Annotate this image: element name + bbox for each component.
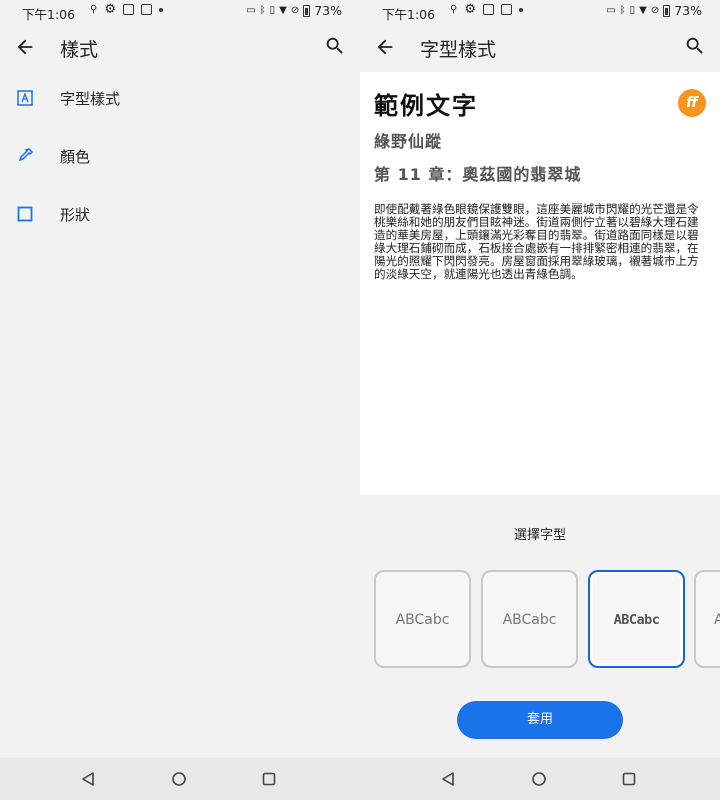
nav-home-icon[interactable] [530,770,548,788]
nav-recents-icon[interactable] [260,770,278,788]
font-option-sample: ABCabc [502,612,557,628]
pin-icon: ⚲ [90,3,98,15]
bluetooth-icon: ᛒ [259,4,266,16]
left-screen: 下午1:06 ⚲ ⚙ ▭ ᛒ ▯ ▼ ⊘ 73% 樣式 字型樣式 顏色 形狀 [0,0,360,758]
menu-item-label: 字型樣式 [60,90,121,108]
preview-body-text: 即使配戴著綠色眼鏡保護雙眼，這座美麗城市閃耀的光芒還是令桃樂絲和她的朋友們目眩神… [374,202,699,281]
nfc-icon: ▭ [606,4,616,16]
nav-back-icon[interactable] [80,770,98,788]
page-title: 樣式 [60,39,99,61]
battery-percent: 73% [674,3,702,18]
font-option-sample: ABCabc [613,612,660,628]
preview-chapter: 第 11 章：奧茲國的翡翠城 [374,165,582,184]
more-dot-icon [158,7,163,12]
notification-icons: ⚲ ⚙ [450,3,523,16]
status-time: 下午1:06 [22,7,76,22]
system-icons: ▭ ᛒ ▯ ▼ ⊘ 73% [246,3,342,18]
search-icon[interactable] [684,35,706,57]
right-screen: 下午1:06 ⚲ ⚙ ▭ ᛒ ▯ ▼ ⊘ 73% 字型樣式 範例文字 ff 綠野… [360,0,720,758]
app-bar: 樣式 [0,24,360,70]
no-sim-icon: ⊘ [290,4,300,16]
system-icons: ▭ ᛒ ▯ ▼ ⊘ 73% [606,3,702,18]
apply-button[interactable]: 套用 [457,701,623,739]
image-icon [500,4,512,15]
vibrate-icon: ▯ [269,4,276,16]
font-option-sample: ABCabc [395,612,450,628]
menu-item-font-style[interactable]: 字型樣式 [0,70,360,128]
font-option-3-selected[interactable]: ABCabc [588,570,685,668]
battery-icon [303,4,311,17]
more-dot-icon [518,7,523,12]
nav-home-icon[interactable] [170,770,188,788]
font-option-1[interactable]: ABCabc [374,570,471,668]
wifi-icon: ▼ [639,4,647,16]
color-dropper-icon [18,148,34,162]
nav-back-icon[interactable] [440,770,458,788]
settings-notification-icon: ⚙ [464,2,476,17]
nav-recents-icon[interactable] [620,770,638,788]
app-bar: 字型樣式 [360,24,720,70]
notification-icons: ⚲ ⚙ [90,3,163,16]
page-title: 字型樣式 [420,39,497,61]
status-bar: 下午1:06 ⚲ ⚙ ▭ ᛒ ▯ ▼ ⊘ 73% [0,0,360,24]
menu-item-color[interactable]: 顏色 [0,128,360,186]
preview-subheading: 綠野仙蹤 [374,132,443,151]
bluetooth-icon: ᛒ [619,4,626,16]
wifi-icon: ▼ [279,4,287,16]
image-icon [140,4,152,15]
font-option-sample: A [714,612,720,628]
mail-icon [122,4,134,15]
settings-notification-icon: ⚙ [104,2,116,17]
no-sim-icon: ⊘ [650,4,660,16]
back-arrow-icon[interactable] [374,36,396,58]
vibrate-icon: ▯ [629,4,636,16]
font-option-4[interactable]: A [694,570,720,668]
status-bar: 下午1:06 ⚲ ⚙ ▭ ᛒ ▯ ▼ ⊘ 73% [360,0,720,24]
navigation-bar [360,758,720,800]
search-icon[interactable] [324,35,346,57]
font-style-icon [17,90,33,106]
font-option-2[interactable]: ABCabc [481,570,578,668]
battery-icon [663,4,671,17]
back-arrow-icon[interactable] [14,36,36,58]
menu-item-label: 形狀 [60,206,91,224]
navigation-bar [0,758,360,800]
font-badge-icon: ff [678,89,706,117]
status-time: 下午1:06 [382,7,436,22]
shape-square-icon [17,206,33,222]
menu-item-label: 顏色 [60,148,91,166]
font-preview-card: 範例文字 ff 綠野仙蹤 第 11 章：奧茲國的翡翠城 即使配戴著綠色眼鏡保護雙… [360,72,720,495]
battery-percent: 73% [314,3,342,18]
choose-font-label: 選擇字型 [513,528,566,543]
nfc-icon: ▭ [246,4,256,16]
preview-heading: 範例文字 [374,92,478,120]
mail-icon [482,4,494,15]
menu-item-shape[interactable]: 形狀 [0,186,360,244]
pin-icon: ⚲ [450,3,458,15]
